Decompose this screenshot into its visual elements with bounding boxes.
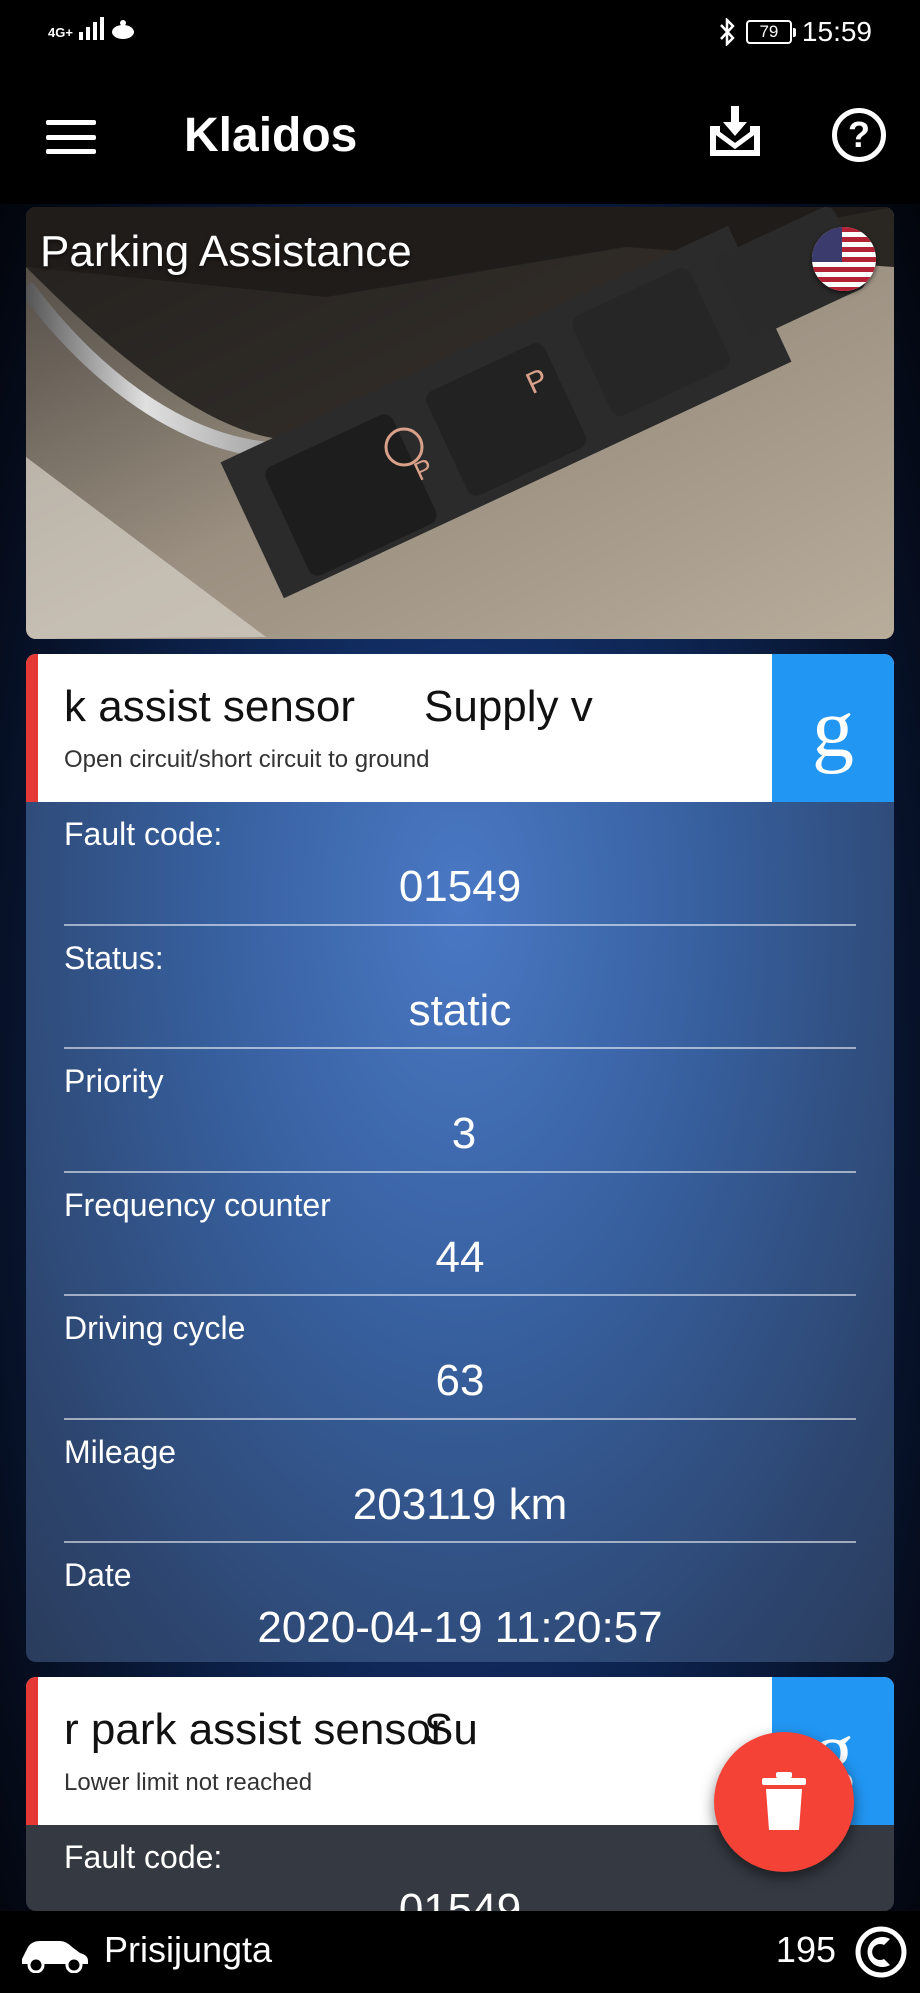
google-search-button[interactable]: g: [772, 654, 894, 802]
counter: 195: [775, 1929, 836, 1970]
error-indicator: [26, 654, 38, 802]
fault-name: r park assist sensor: [64, 1705, 446, 1754]
download-icon[interactable]: [706, 104, 764, 160]
module-title: Parking Assistance: [40, 227, 412, 276]
detail-row-status: Status: static: [64, 926, 856, 1049]
row-value: 2020-04-19 11:20:57: [257, 1603, 663, 1652]
row-value: 203119 km: [352, 1479, 568, 1529]
page-title: Klaidos: [184, 109, 358, 162]
row-label: Date: [64, 1557, 132, 1593]
fault-details: Fault code: 01549 Status: static Priorit…: [26, 802, 894, 1662]
fault-name: k assist sensor: [64, 682, 355, 731]
row-label: Fault code:: [64, 1839, 223, 1875]
row-label: Priority: [64, 1063, 164, 1099]
app-bar: Klaidos ?: [0, 64, 920, 204]
row-value: 01549: [398, 862, 522, 911]
row-label: Fault code:: [64, 816, 223, 852]
notification-app-icon: [111, 20, 134, 39]
detail-row-date: Date 2020-04-19 11:20:57: [64, 1543, 856, 1662]
row-value: 44: [435, 1232, 485, 1282]
network-type: 4G+: [48, 25, 73, 40]
help-icon[interactable]: ?: [832, 108, 886, 162]
fault-card: k assist sensor Supply v Open circuit/sh…: [26, 654, 894, 1662]
row-label: Status:: [64, 939, 164, 976]
google-icon: g: [812, 681, 854, 775]
module-header-card: P P Parking Assistance: [26, 207, 894, 639]
fault-extra: Supply v: [424, 682, 593, 731]
error-indicator: [26, 1677, 38, 1825]
row-label: Driving cycle: [64, 1310, 246, 1346]
row-value: 63: [435, 1356, 485, 1405]
row-label: Frequency counter: [64, 1186, 331, 1223]
row-value: 01549: [398, 1885, 522, 1911]
detail-row-priority: Priority 3: [64, 1049, 856, 1173]
car-icon: [22, 1941, 88, 1973]
detail-row-mileage: Mileage 203119 km: [64, 1420, 856, 1543]
trash-icon: [762, 1772, 806, 1830]
signal-icon: [78, 14, 104, 40]
battery-icon: 79: [745, 20, 796, 44]
app-logo-icon[interactable]: [854, 1925, 908, 1979]
bluetooth-icon: [720, 18, 735, 46]
fault-description: Open circuit/short circuit to ground: [64, 746, 430, 773]
battery-level: 79: [759, 22, 779, 41]
fault-extra: Su: [424, 1705, 478, 1754]
us-flag-icon[interactable]: [812, 227, 876, 291]
detail-row-fault-code: Fault code: 01549: [64, 802, 856, 926]
row-label: Mileage: [64, 1433, 177, 1470]
detail-row-driving-cycle: Driving cycle 63: [64, 1296, 856, 1420]
row-value: static: [408, 985, 512, 1035]
detail-row-frequency-counter: Frequency counter 44: [64, 1173, 856, 1296]
clock: 15:59: [801, 16, 872, 47]
row-value: 3: [451, 1109, 477, 1158]
fault-description: Lower limit not reached: [64, 1769, 313, 1796]
delete-faults-button[interactable]: [714, 1732, 854, 1872]
menu-icon[interactable]: [46, 120, 96, 154]
connection-status: Prisijungta: [104, 1929, 273, 1970]
status-bar: 4G+ 79 15:59: [0, 0, 920, 64]
fault-header[interactable]: k assist sensor Supply v Open circuit/sh…: [26, 654, 894, 802]
bottom-status-bar: Prisijungta 195: [0, 1911, 920, 1993]
